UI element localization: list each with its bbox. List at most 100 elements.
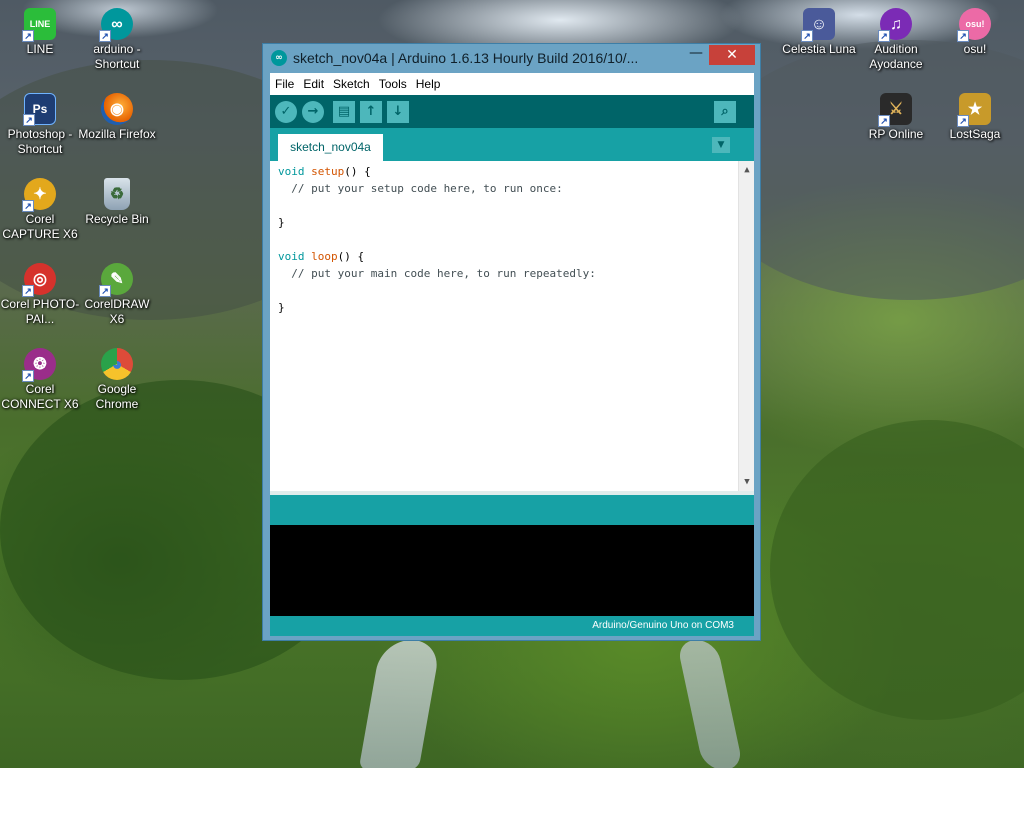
lostsaga-icon: ★ ↗ [957, 93, 991, 127]
desktop-icon-label: arduino - Shortcut [93, 42, 141, 71]
celestia-luna-icon-glyph: ☺ [810, 15, 828, 33]
new-sketch-button[interactable]: ▤ [333, 101, 355, 123]
message-area [270, 491, 754, 525]
recycle-bin-icon: ♻ [104, 178, 130, 210]
corel-connect-icon: ❂ ↗ [22, 348, 56, 382]
tab-menu-chevron-down-icon[interactable]: ▼ [712, 137, 730, 153]
desktop-icon-arduino-shortcut[interactable]: ∞ ↗ arduino - Shortcut [77, 2, 157, 72]
open-sketch-button[interactable]: ↑ [360, 101, 382, 123]
desktop-icon-firefox[interactable]: ◉ Mozilla Firefox [77, 87, 157, 142]
code-editor[interactable]: void setup() { // put your setup code he… [270, 161, 754, 491]
shortcut-arrow-icon: ↗ [22, 370, 34, 382]
desktop-icon-line[interactable]: LINE ↗ LINE [0, 2, 80, 57]
menu-sketch[interactable]: Sketch [328, 77, 374, 91]
desktop-icon-osu[interactable]: osu! ↗ osu! [935, 2, 1015, 57]
shortcut-arrow-icon: ↗ [22, 30, 34, 42]
scroll-up-icon[interactable]: ▲ [739, 163, 755, 177]
editor-scrollbar[interactable]: ▲ ▼ [738, 161, 754, 491]
chrome-icon: ◕ [101, 348, 133, 380]
firefox-icon-glyph: ◉ [110, 100, 124, 118]
menu-file[interactable]: File [270, 77, 298, 91]
menu-help[interactable]: Help [411, 77, 445, 91]
desktop-icon-label: Corel CONNECT X6 [1, 382, 79, 411]
celestia-luna-icon: ☺ ↗ [801, 8, 835, 42]
audition-ayodance-icon: ♫ ↗ [878, 8, 912, 42]
shortcut-arrow-icon: ↗ [957, 115, 969, 127]
coreldraw-icon-glyph: ✎ [110, 270, 124, 288]
minimize-button[interactable]: — [683, 46, 709, 66]
desktop-icon-label: osu! [963, 42, 987, 56]
code-comment: // put your setup code here, to run once… [278, 182, 563, 195]
desktop-icon-label: Photoshop - Shortcut [7, 127, 73, 156]
desktop-icon-label: Celestia Luna [782, 42, 856, 56]
console-output[interactable] [270, 525, 754, 616]
arduino-app-icon: ∞ [271, 50, 287, 66]
desktop-icon-corel-connect[interactable]: ❂ ↗ Corel CONNECT X6 [0, 342, 80, 412]
desktop-icon-rp-online[interactable]: ⚔ ↗ RP Online [856, 87, 936, 142]
shortcut-arrow-icon: ↗ [99, 30, 111, 42]
desktop-icon-corel-photo-paint[interactable]: ◎ ↗ Corel PHOTO-PAI... [0, 257, 80, 327]
desktop-icon-label: Corel CAPTURE X6 [2, 212, 78, 241]
shortcut-arrow-icon: ↗ [878, 115, 890, 127]
code-text: () { [344, 165, 371, 178]
save-sketch-button[interactable]: ↓ [387, 101, 409, 123]
coreldraw-icon: ✎ ↗ [99, 263, 133, 297]
line-icon: LINE ↗ [22, 8, 56, 42]
board-status-bar: Arduino/Genuino Uno on COM3 [270, 616, 754, 636]
desktop-icon-label: Recycle Bin [85, 212, 149, 226]
window-titlebar[interactable]: ∞ sketch_nov04a | Arduino 1.6.13 Hourly … [263, 44, 760, 72]
desktop-icon-lostsaga[interactable]: ★ ↗ LostSaga [935, 87, 1015, 142]
tab-strip: sketch_nov04a ▼ [270, 128, 754, 161]
code-comment: // put your main code here, to run repea… [278, 267, 596, 280]
photoshop-icon: Ps ↗ [23, 93, 56, 126]
corel-connect-icon-glyph: ❂ [33, 355, 47, 373]
desktop-icon-coreldraw[interactable]: ✎ ↗ CorelDRAW X6 [77, 257, 157, 327]
toolbar: ✓ → ▤ ↑ ↓ ⌕ [270, 95, 754, 128]
desktop-icon-label: Google Chrome [95, 382, 139, 411]
corel-capture-icon: ✦ ↗ [22, 178, 56, 212]
desktop-icon-label: Corel PHOTO-PAI... [0, 297, 80, 326]
close-button[interactable]: ✕ [709, 45, 755, 65]
recycle-bin-icon-glyph: ♻ [109, 185, 125, 203]
desktop-icon-label: LINE [26, 42, 54, 56]
shortcut-arrow-icon: ↗ [22, 285, 34, 297]
corel-capture-icon-glyph: ✦ [33, 185, 47, 203]
menu-edit[interactable]: Edit [298, 77, 328, 91]
code-function: setup [311, 165, 345, 178]
shortcut-arrow-icon: ↗ [23, 114, 35, 126]
tab-sketch-nov04a[interactable]: sketch_nov04a [278, 134, 383, 161]
shortcut-arrow-icon: ↗ [22, 200, 34, 212]
menu-tools[interactable]: Tools [374, 77, 411, 91]
arduino-ide-window[interactable]: ∞ sketch_nov04a | Arduino 1.6.13 Hourly … [262, 43, 761, 641]
shortcut-arrow-icon: ↗ [801, 30, 813, 42]
firefox-icon: ◉ [101, 93, 133, 125]
upload-button[interactable]: → [302, 101, 324, 123]
verify-button[interactable]: ✓ [275, 101, 297, 123]
scroll-down-icon[interactable]: ▼ [739, 475, 755, 489]
code-line: void loop() { [278, 248, 364, 265]
desktop-icon-corel-capture[interactable]: ✦ ↗ Corel CAPTURE X6 [0, 172, 80, 242]
mountain-ridge [770, 420, 1024, 720]
code-text: () { [337, 250, 365, 263]
desktop-icon-audition-ayodance[interactable]: ♫ ↗ Audition Ayodance [856, 2, 936, 72]
shortcut-arrow-icon: ↗ [99, 285, 111, 297]
desktop-icon-photoshop[interactable]: Ps ↗ Photoshop - Shortcut [0, 87, 80, 157]
desktop-icon-recycle-bin[interactable]: ♻ Recycle Bin [77, 172, 157, 227]
code-keyword: void [278, 165, 305, 178]
code-keyword: void [278, 250, 305, 263]
arduino-icon-glyph: ∞ [111, 15, 123, 33]
window-title: sketch_nov04a | Arduino 1.6.13 Hourly Bu… [293, 50, 639, 66]
audition-ayodance-icon-glyph: ♫ [890, 15, 902, 33]
osu-icon: osu! ↗ [957, 8, 991, 42]
rp-online-icon: ⚔ ↗ [878, 93, 912, 127]
desktop-icon-google-chrome[interactable]: ◕ Google Chrome [77, 342, 157, 412]
corel-photo-paint-icon: ◎ ↗ [22, 263, 56, 297]
chrome-icon-glyph: ◕ [111, 353, 123, 374]
serial-monitor-button[interactable]: ⌕ [714, 101, 736, 123]
code-function: loop [311, 250, 338, 263]
code-line: } [278, 216, 285, 229]
corel-photo-paint-icon-glyph: ◎ [33, 270, 47, 288]
lostsaga-icon-glyph: ★ [967, 100, 983, 118]
desktop-icon-celestia-luna[interactable]: ☺ ↗ Celestia Luna [779, 2, 859, 57]
river [676, 640, 744, 768]
